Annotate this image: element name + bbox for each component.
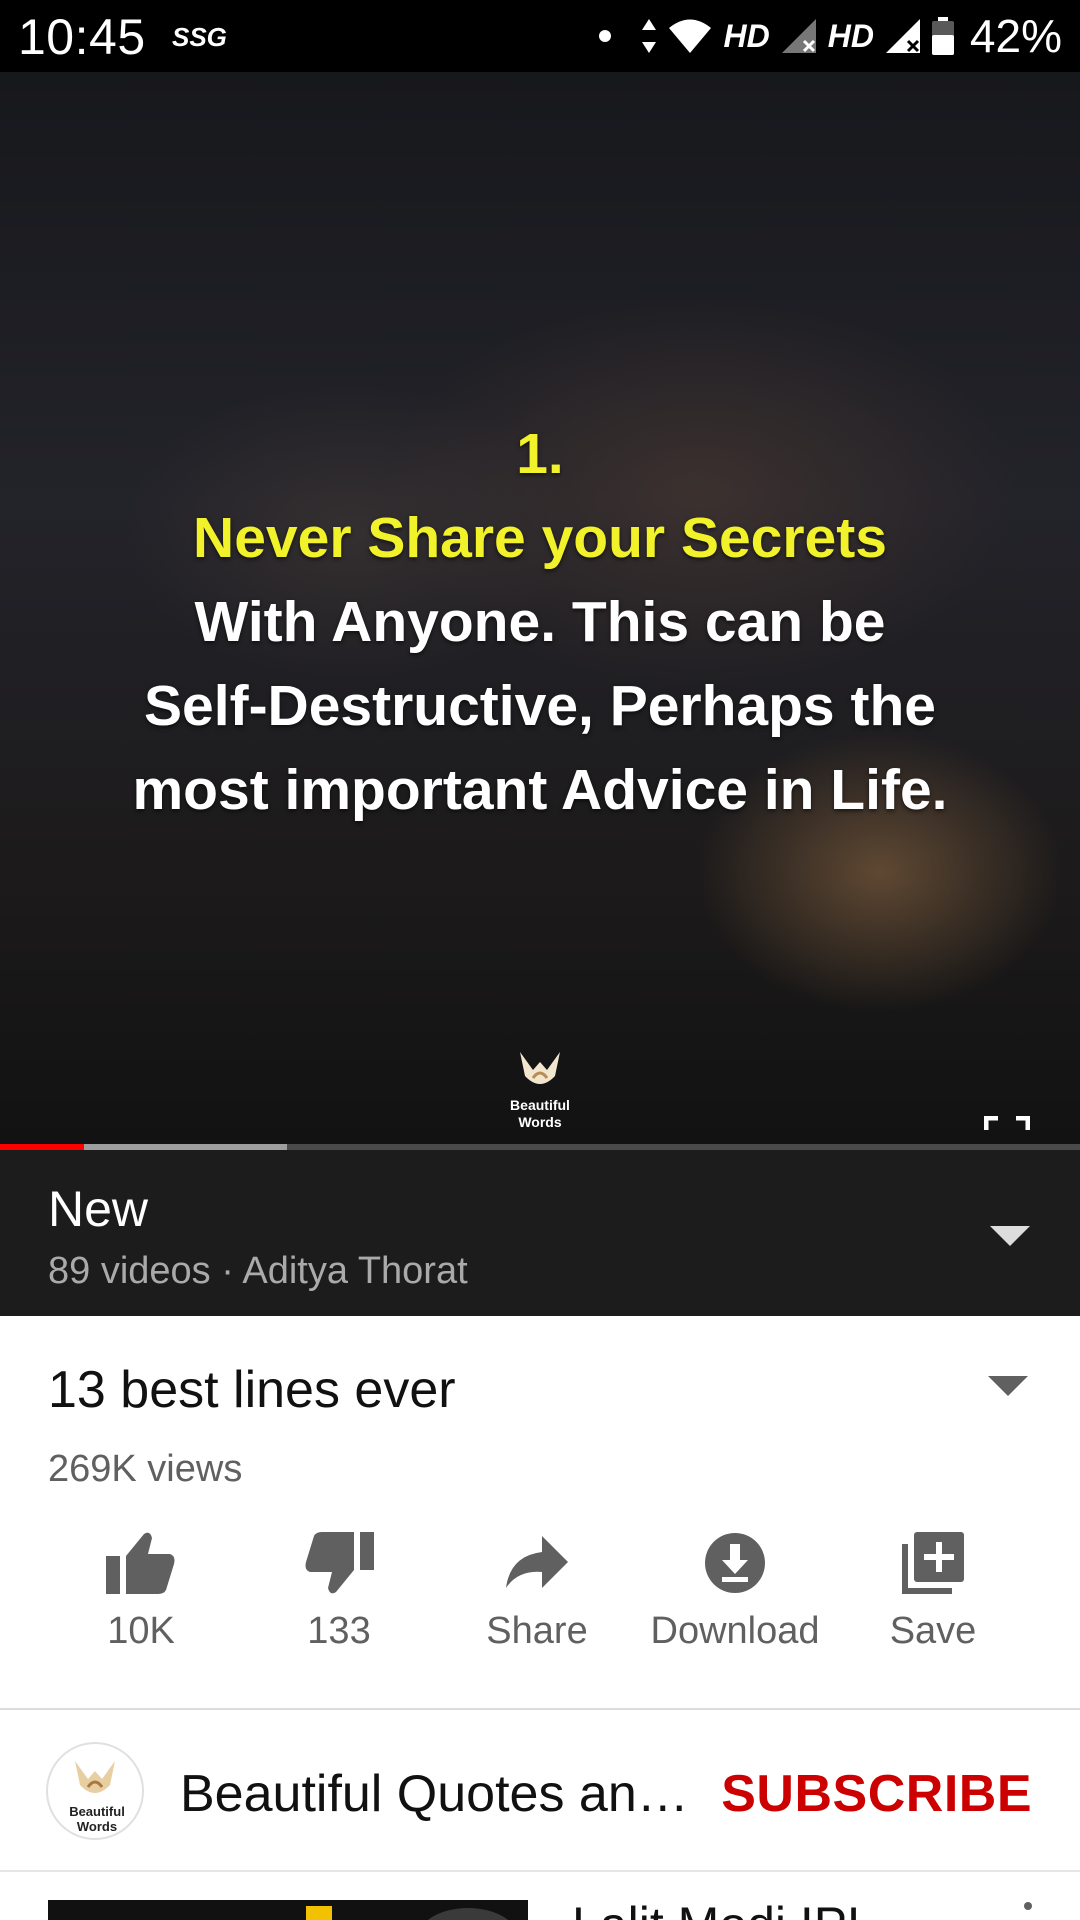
next-video-title[interactable]: Lalit Modi IPL (572, 1896, 875, 1920)
next-video-thumbnail[interactable] (48, 1900, 528, 1920)
more-options-icon[interactable] (1024, 1902, 1032, 1910)
overlay-line-number: 1. (516, 422, 564, 486)
watermark-logo-icon (520, 1052, 560, 1084)
playlist-meta: 89 videos · Aditya Thorat (48, 1250, 468, 1292)
like-button[interactable]: 10K (42, 1530, 240, 1670)
download-label: Download (650, 1610, 820, 1652)
overlay-line-4: most important Advice in Life. (132, 758, 948, 822)
thumbs-down-icon (305, 1532, 374, 1594)
wifi-icon (669, 19, 712, 53)
thumbnail-face (418, 1908, 518, 1920)
download-button[interactable]: Download (636, 1530, 834, 1670)
video-title: 13 best lines ever (48, 1361, 456, 1419)
data-arrows-icon (642, 19, 657, 53)
save-label: Save (889, 1610, 977, 1652)
watermark-text: Beautiful Words (510, 1097, 570, 1130)
signal-2-icon (885, 19, 920, 53)
channel-name[interactable]: Beautiful Quotes an… (180, 1764, 689, 1824)
status-time: 10:45 (18, 9, 146, 65)
thumbs-up-icon (106, 1532, 175, 1594)
notification-dot-icon (599, 30, 612, 42)
chevron-down-icon[interactable] (990, 1226, 1030, 1246)
expand-description-icon[interactable] (988, 1376, 1028, 1396)
channel-watermark: Beautiful Words (490, 1048, 590, 1131)
battery-percent: 42% (969, 10, 1062, 62)
subscribe-button[interactable]: SUBSCRIBE (721, 1764, 1032, 1824)
signal-1-icon (781, 19, 816, 53)
status-icons: HD HD 42% (599, 0, 1062, 72)
action-bar: 10K 133 Share Download Save (42, 1530, 1042, 1670)
channel-logo-icon (75, 1761, 115, 1793)
channel-row[interactable]: Beautiful Words Beautiful Quotes an… SUB… (0, 1710, 1080, 1870)
channel-avatar[interactable]: Beautiful Words (46, 1742, 144, 1840)
overlay-line-3: Self-Destructive, Perhaps the (144, 674, 936, 738)
battery-icon (931, 17, 954, 55)
download-icon (705, 1533, 765, 1593)
share-icon (506, 1536, 568, 1588)
share-button[interactable]: Share (438, 1530, 636, 1670)
playlist-title: New (48, 1181, 149, 1237)
network-hd-1: HD (723, 17, 770, 54)
status-bar: 10:45 SSG HD HD 42% (0, 0, 1080, 72)
save-button[interactable]: Save (834, 1530, 1032, 1670)
video-player[interactable]: 1. Never Share your Secrets With Anyone.… (0, 72, 1080, 1148)
next-video-item[interactable]: Lalit Modi IPL (0, 1872, 1080, 1920)
dislike-button[interactable]: 133 (240, 1530, 438, 1670)
carrier-tag: SSG (172, 22, 227, 52)
view-count: 269K views (48, 1448, 243, 1490)
share-label: Share (486, 1610, 588, 1652)
playlist-header[interactable]: New 89 videos · Aditya Thorat (0, 1150, 1080, 1316)
overlay-line-1: Never Share your Secrets (193, 506, 887, 570)
like-count: 10K (107, 1610, 175, 1652)
network-hd-2: HD (827, 17, 874, 54)
dislike-count: 133 (307, 1610, 371, 1652)
thumbnail-accent (306, 1906, 332, 1920)
avatar-text: Beautiful Words (69, 1804, 125, 1834)
overlay-line-2: With Anyone. This can be (194, 590, 886, 654)
add-to-playlist-icon (902, 1532, 964, 1594)
